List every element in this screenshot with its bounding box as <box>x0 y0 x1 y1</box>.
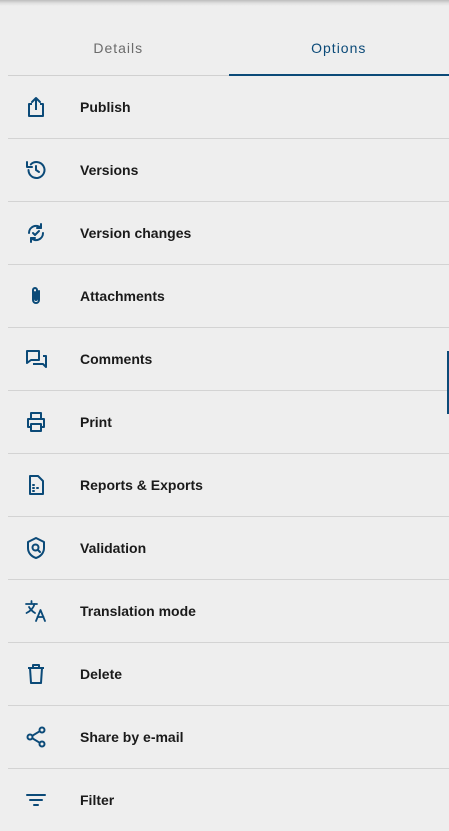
menu-item-label: Share by e-mail <box>80 729 184 745</box>
menu-item-label: Versions <box>80 162 139 178</box>
menu-item-label: Validation <box>80 540 147 556</box>
publish-icon <box>8 76 64 139</box>
menu-item-label: Filter <box>80 792 115 808</box>
share-icon <box>8 706 64 769</box>
translate-icon <box>8 580 64 643</box>
printer-icon <box>8 391 64 454</box>
document-report-icon <box>8 454 64 517</box>
menu-item-publish[interactable]: Publish <box>8 76 449 139</box>
top-shadow <box>0 0 449 6</box>
options-menu: Publish Versions Version changes Attachm… <box>8 76 449 831</box>
filter-icon <box>8 769 64 831</box>
menu-item-share-email[interactable]: Share by e-mail <box>8 706 449 769</box>
trash-icon <box>8 643 64 706</box>
menu-item-filter[interactable]: Filter <box>8 769 449 831</box>
menu-item-validation[interactable]: Validation <box>8 517 449 580</box>
menu-item-comments[interactable]: Comments <box>8 328 449 391</box>
tab-details[interactable]: Details <box>8 20 229 75</box>
menu-item-label: Attachments <box>80 288 165 304</box>
menu-item-label: Translation mode <box>80 603 196 619</box>
shield-search-icon <box>8 517 64 580</box>
menu-item-version-changes[interactable]: Version changes <box>8 202 449 265</box>
menu-item-reports-exports[interactable]: Reports & Exports <box>8 454 449 517</box>
comments-icon <box>8 328 64 391</box>
menu-item-delete[interactable]: Delete <box>8 643 449 706</box>
menu-item-label: Version changes <box>80 225 192 241</box>
menu-item-label: Print <box>80 414 112 430</box>
menu-item-versions[interactable]: Versions <box>8 139 449 202</box>
menu-item-attachments[interactable]: Attachments <box>8 265 449 328</box>
tab-bar: Details Options <box>8 20 449 76</box>
tab-options[interactable]: Options <box>228 20 449 76</box>
menu-item-label: Comments <box>80 351 153 367</box>
paperclip-icon <box>8 265 64 328</box>
menu-item-label: Reports & Exports <box>80 477 203 493</box>
menu-item-label: Delete <box>80 666 123 682</box>
menu-item-label: Publish <box>80 99 131 115</box>
sync-check-icon <box>8 202 64 265</box>
menu-item-print[interactable]: Print <box>8 391 449 454</box>
history-icon <box>8 139 64 202</box>
menu-item-translation-mode[interactable]: Translation mode <box>8 580 449 643</box>
